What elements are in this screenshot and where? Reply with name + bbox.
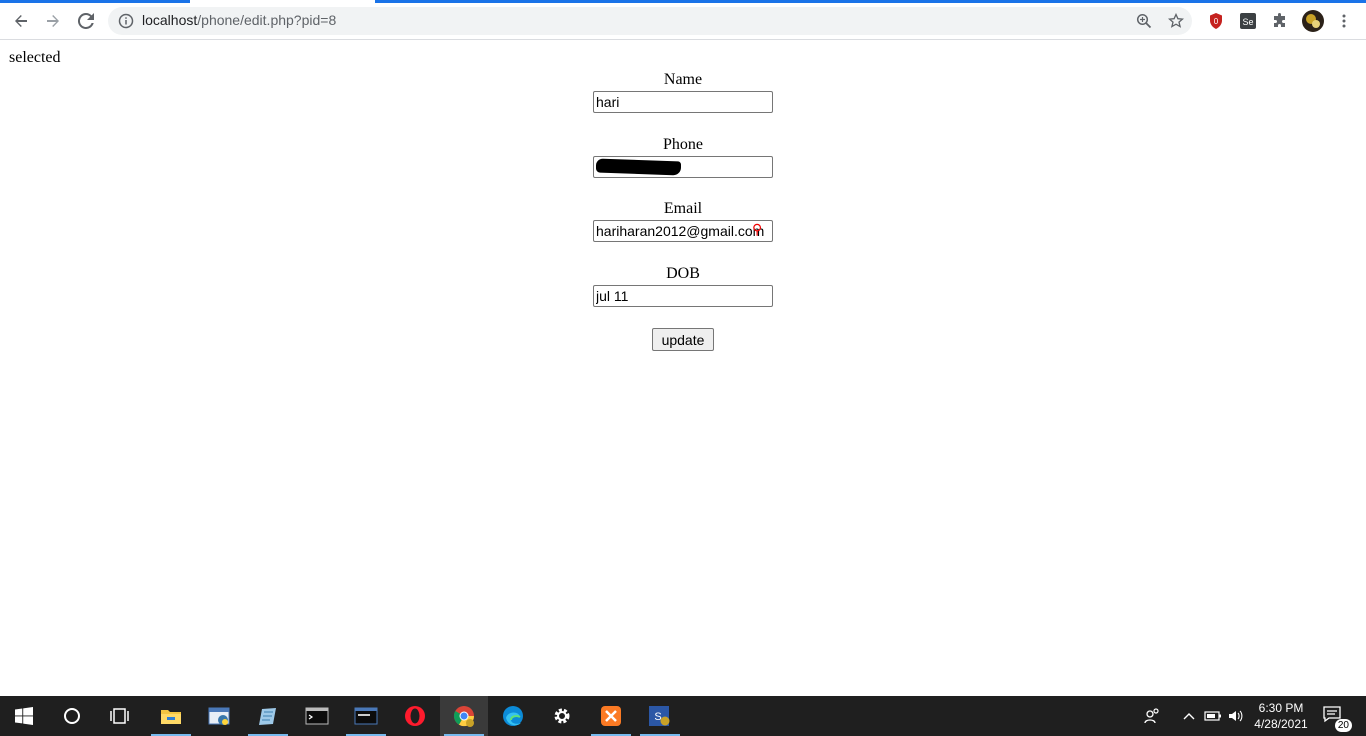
folder-icon [161,710,181,724]
notepad-app-button[interactable] [244,696,292,736]
notepad-icon [259,708,276,725]
status-text: selected [9,49,61,66]
terminal-icon [305,707,329,725]
browser-toolbar: localhost/phone/edit.php?pid=8 0 Se [0,3,1366,40]
volume-icon[interactable] [1226,696,1246,736]
console-window-icon [354,707,378,725]
reload-button[interactable] [74,9,98,33]
task-view-icon [110,708,129,724]
cortana-circle-icon [64,708,80,724]
back-button[interactable] [9,9,33,33]
battery-icon[interactable] [1203,696,1223,736]
settings-button[interactable] [538,696,586,736]
back-arrow-icon [15,15,27,27]
page-content: selected Name Phone Email ⚲ DOB update [0,40,1366,696]
redaction-mark [596,158,681,175]
shield-extension-icon[interactable]: 0 [1206,11,1226,31]
search-button[interactable] [48,696,96,736]
info-icon[interactable] [118,13,134,29]
opera-icon [405,706,425,726]
update-button[interactable]: update [652,328,714,351]
zoom-icon[interactable] [1136,13,1152,29]
action-center-button[interactable]: 20 [1322,704,1352,732]
windows-logo-icon [15,707,33,725]
chrome-icon [453,706,475,727]
address-bar[interactable]: localhost/phone/edit.php?pid=8 [108,7,1192,35]
email-field-group: Email ⚲ [0,197,1366,262]
chrome-button[interactable] [440,696,488,736]
taskbar: S 6:30 PM 4/28/2021 20 [0,696,1366,736]
forward-button[interactable] [41,9,65,33]
forward-arrow-icon [47,15,59,27]
notification-count-badge: 20 [1334,719,1352,732]
reload-icon [78,13,94,29]
edge-button[interactable] [489,696,537,736]
selenium-ide-button[interactable]: S [636,696,684,736]
xampp-icon [601,706,621,726]
clock-time: 6:30 PM [1258,701,1304,715]
mysql-app-button[interactable] [342,696,390,736]
task-view-button[interactable] [96,696,144,736]
clock-date: 4/28/2021 [1254,717,1308,731]
python-window-icon [208,707,230,725]
selenium-ide-icon: S [649,706,670,726]
show-hidden-icons-chevron-icon[interactable] [1180,696,1198,736]
dob-field-group: DOB [0,262,1366,327]
svg-text:Se: Se [1242,17,1253,27]
bookmark-star-icon[interactable] [1168,13,1184,29]
name-label: Name [663,71,703,88]
name-input[interactable] [593,91,773,113]
start-button[interactable] [0,696,48,736]
terminal-app-button[interactable] [293,696,341,736]
selenium-extension-icon[interactable]: Se [1238,11,1258,31]
python-app-button[interactable] [196,696,244,736]
edge-icon [503,706,523,726]
url-text[interactable]: localhost/phone/edit.php?pid=8 [142,12,336,28]
svg-text:0: 0 [1214,17,1219,26]
xampp-button[interactable] [587,696,635,736]
gear-icon [554,708,570,724]
file-explorer-button[interactable] [147,696,195,736]
phone-field-group: Phone [0,133,1366,198]
url-host: localhost [142,12,198,28]
people-tray-icon[interactable] [1140,696,1164,736]
system-clock[interactable]: 6:30 PM 4/28/2021 [1250,700,1312,732]
browser-menu-icon[interactable] [1334,11,1354,31]
email-input[interactable] [593,220,773,242]
name-field-group: Name [0,68,1366,133]
extensions-puzzle-icon[interactable] [1270,11,1290,31]
password-key-icon[interactable]: ⚲ [752,221,762,238]
dob-label: DOB [666,264,700,282]
opera-button[interactable] [391,696,439,736]
email-label: Email [663,200,703,217]
url-path: /phone/edit.php?pid=8 [197,12,337,28]
phone-label: Phone [663,135,703,153]
dob-input[interactable] [593,284,773,307]
profile-avatar[interactable] [1301,9,1325,33]
edit-form: Name Phone Email ⚲ DOB [0,68,1366,326]
